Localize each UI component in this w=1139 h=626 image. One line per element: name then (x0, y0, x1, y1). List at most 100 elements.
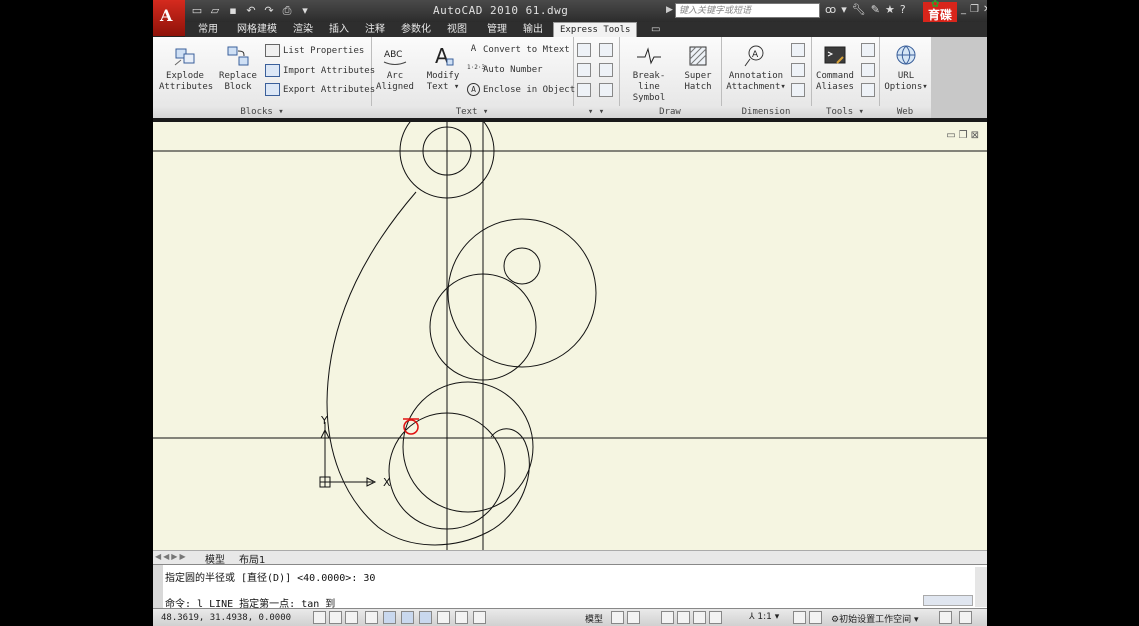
window-title: AutoCAD 2010 61.dwg (433, 4, 569, 17)
arc-label-1: Arc (386, 71, 404, 81)
polar-toggle-icon[interactable] (365, 611, 378, 624)
tab-view[interactable]: 视图 (447, 23, 467, 37)
replace-block-button[interactable]: Replace Block (215, 43, 261, 93)
text-panel-title[interactable]: Text ▾ (371, 106, 573, 118)
autocad-logo-icon: A (160, 6, 173, 25)
command-window-grip[interactable] (153, 565, 163, 609)
tab-annotate[interactable]: 注释 (365, 23, 385, 37)
image-tool-icon[interactable] (599, 63, 613, 77)
plot-icon[interactable]: ⎙ (281, 4, 293, 18)
dim-leader-icon[interactable] (791, 83, 805, 97)
tools-copy-icon[interactable] (861, 63, 875, 77)
import-attributes-button[interactable]: Import Attributes (265, 64, 375, 77)
tab-home[interactable]: 常用 (198, 23, 218, 37)
layout-nav-arrows-icon[interactable]: ◀◀▶▶ (155, 552, 188, 561)
blocks-panel-title[interactable]: Blocks ▾ (153, 106, 371, 118)
breakline-label-1: Break-line (632, 71, 666, 92)
tab-mesh-modeling[interactable]: 网格建模 (237, 23, 277, 37)
restore-icon[interactable]: ❐ (970, 4, 979, 15)
command-vertical-scrollbar[interactable] (975, 567, 987, 607)
showmotion-icon[interactable] (709, 611, 722, 624)
new-file-icon[interactable]: ▭ (191, 4, 203, 18)
modify-text-button[interactable]: A Modify Text ▾ (421, 43, 465, 93)
dyn-toggle-icon[interactable] (437, 611, 450, 624)
qat-dropdown-icon[interactable]: ▾ (299, 4, 311, 18)
drawing-canvas[interactable]: ▭ ❐ ⊠ Y X (153, 118, 987, 550)
open-file-icon[interactable]: ▱ (209, 4, 221, 18)
undo-icon[interactable]: ↶ (245, 4, 257, 18)
annotation-attachment-button[interactable]: A Annotation Attachment▾ (725, 43, 787, 93)
url-options-button[interactable]: URL Options▾ (883, 43, 929, 93)
zoom-icon[interactable] (677, 611, 690, 624)
break-line-symbol-button[interactable]: Break-line Symbol (623, 43, 675, 104)
tab-parametric[interactable]: 参数化 (401, 23, 431, 37)
misc-panel-title[interactable]: ▾ ▾ (573, 106, 619, 118)
dim-style-icon[interactable] (791, 63, 805, 77)
search-expand-icon[interactable]: ▶ (666, 5, 673, 15)
convert-to-mtext-button[interactable]: A Convert to Mtext (467, 44, 570, 55)
tab-manage[interactable]: 管理 (487, 23, 507, 37)
minimize-icon[interactable]: _ (961, 4, 966, 15)
arc-aligned-button[interactable]: ABC Arc Aligned (375, 43, 415, 93)
save-icon[interactable]: ▪ (227, 4, 239, 18)
close-icon[interactable]: ✕ (983, 4, 987, 15)
ribbon: Explode Attributes Replace Block List Pr… (153, 37, 932, 119)
list-properties-button[interactable]: List Properties (265, 44, 364, 57)
tab-express-tools[interactable]: Express Tools (553, 22, 638, 37)
steering-wheel-icon[interactable] (693, 611, 706, 624)
large-right-circle (447, 218, 597, 368)
ducs-toggle-icon[interactable] (419, 611, 432, 624)
export-attributes-button[interactable]: Export Attributes (265, 83, 375, 96)
auto-number-label: Auto Number (483, 65, 543, 75)
wrench-icon[interactable]: 🔧︎ (852, 3, 866, 16)
redo-icon[interactable]: ↷ (263, 4, 275, 18)
stretch-tool-icon[interactable] (599, 83, 613, 97)
binoculars-icon[interactable]: ꝏ (825, 3, 836, 16)
osnap-toggle-icon[interactable] (383, 611, 396, 624)
search-input[interactable]: 键入关键字或短语 (675, 3, 820, 18)
select-tool-icon[interactable] (577, 43, 591, 57)
tools-edit-icon[interactable] (861, 43, 875, 57)
pan-icon[interactable] (661, 611, 674, 624)
clean-screen-icon[interactable] (959, 611, 972, 624)
layout-tool-icon[interactable] (599, 43, 613, 57)
quick-view-drawings-icon[interactable] (627, 611, 640, 624)
ortho-toggle-icon[interactable] (345, 611, 358, 624)
move-copy-icon[interactable] (577, 63, 591, 77)
qp-toggle-icon[interactable] (473, 611, 486, 624)
annotation-visibility-icon[interactable] (793, 611, 806, 624)
auto-scale-icon[interactable] (809, 611, 822, 624)
lock-icon[interactable] (939, 611, 952, 624)
super-hatch-button[interactable]: Super Hatch (679, 43, 717, 93)
svg-text:ABC: ABC (384, 50, 402, 60)
otrack-toggle-icon[interactable] (401, 611, 414, 624)
tab-render[interactable]: 渲染 (293, 23, 313, 37)
tools-rename-icon[interactable] (861, 83, 875, 97)
quick-view-layouts-icon[interactable] (611, 611, 624, 624)
tab-output[interactable]: 输出 (523, 23, 543, 37)
modify-tool-icon[interactable] (577, 83, 591, 97)
model-space-label[interactable]: 模型 (585, 612, 603, 625)
favorites-star-icon[interactable]: ★ (885, 3, 895, 16)
dim-text-icon[interactable] (791, 43, 805, 57)
lineweight-toggle-icon[interactable] (455, 611, 468, 624)
search-dropdown-icon[interactable]: ▾ (841, 3, 847, 16)
text-panel: ABC Arc Aligned A Modify Text ▾ A Convert… (371, 37, 575, 118)
explode-attributes-button[interactable]: Explode Attributes (159, 43, 213, 93)
annotation-scale[interactable]: ⅄ 1:1 ▾ (749, 612, 779, 622)
tools-panel-title[interactable]: Tools ▾ (811, 106, 879, 118)
workspace-switcher[interactable]: ⚙初始设置工作空间 ▾ (831, 612, 918, 625)
communication-icon[interactable]: ✎ (871, 3, 880, 16)
tab-insert[interactable]: 插入 (329, 23, 349, 37)
command-horizontal-scrollbar[interactable] (923, 595, 973, 606)
auto-number-button[interactable]: 1·2·3Auto Number (467, 64, 543, 75)
snap-toggle-icon[interactable] (313, 611, 326, 624)
help-icon[interactable]: ? (900, 3, 906, 16)
cad-drawing: Y X (153, 122, 987, 550)
tab-toggle-icon[interactable]: ▭ (651, 23, 660, 37)
application-menu-button[interactable]: A (153, 0, 185, 36)
enclose-in-object-button[interactable]: A Enclose in Object (467, 83, 575, 96)
grid-toggle-icon[interactable] (329, 611, 342, 624)
command-aliases-button[interactable]: Command Aliases (813, 43, 857, 93)
coordinate-readout[interactable]: 48.3619, 31.4938, 0.0000 (161, 613, 291, 623)
